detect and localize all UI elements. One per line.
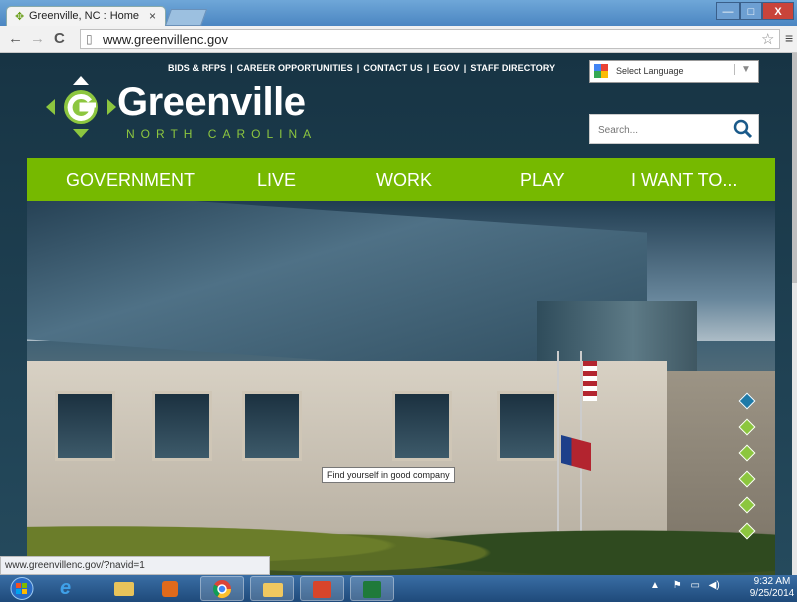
network-icon[interactable]: ▭ <box>690 580 699 591</box>
hero-window <box>497 391 557 461</box>
back-arrow-icon[interactable]: ← <box>8 30 23 47</box>
internet-explorer-icon[interactable]: e <box>46 576 90 601</box>
us-flag-icon <box>583 361 597 401</box>
volume-icon[interactable]: ◀) <box>709 580 720 591</box>
browser-menu-icon[interactable]: ≡ <box>785 30 793 46</box>
language-select-label: Select Language <box>616 66 684 76</box>
hero-window <box>152 391 212 461</box>
nav-live[interactable]: LIVE <box>257 170 296 191</box>
link-staff-directory[interactable]: STAFF DIRECTORY <box>470 63 555 73</box>
search-icon[interactable] <box>732 118 754 140</box>
minimize-button[interactable]: — <box>716 2 740 20</box>
windows-start-icon[interactable] <box>4 576 40 601</box>
link-separator: | <box>230 63 233 73</box>
web-page: BIDS & RFPS | CAREER OPPORTUNITIES | CONTACT… <box>0 53 792 575</box>
media-player-icon[interactable] <box>148 576 192 601</box>
status-bar-url: www.greenvillenc.gov/?navid=1 <box>0 556 270 575</box>
hero-window <box>242 391 302 461</box>
utility-links: BIDS & RFPS | CAREER OPPORTUNITIES | CONTACT… <box>168 63 555 73</box>
system-clock[interactable]: 9:32 AM 9/25/2014 <box>748 576 796 600</box>
window-controls: — □ X <box>716 2 794 20</box>
nav-play[interactable]: PLAY <box>520 170 565 191</box>
hero-window <box>55 391 115 461</box>
link-bids-rfps[interactable]: BIDS & RFPS <box>168 63 226 73</box>
outlook-icon[interactable] <box>300 576 344 601</box>
tab-close-button[interactable]: × <box>149 9 156 23</box>
page-scrollbar-thumb[interactable] <box>792 53 797 283</box>
link-career-opportunities[interactable]: CAREER OPPORTUNITIES <box>237 63 353 73</box>
folder-icon[interactable] <box>250 576 294 601</box>
action-center-flag-icon[interactable]: ⚑ <box>673 580 682 591</box>
hero-window <box>392 391 452 461</box>
browser-tab[interactable]: ✥ Greenville, NC : Home × <box>6 6 166 26</box>
excel-icon[interactable] <box>350 576 394 601</box>
show-hidden-icons-icon[interactable]: ▲ <box>650 580 660 591</box>
google-translate-icon <box>594 64 608 78</box>
windows-taskbar: e ▲ ⚑ ▭ ◀) 9:32 AM 9/25/2014 <box>0 575 797 602</box>
logo-state-name: NORTH CAROLINA <box>126 127 318 141</box>
close-window-button[interactable]: X <box>762 2 794 20</box>
link-separator: | <box>463 63 467 73</box>
clock-date: 9/25/2014 <box>749 588 795 599</box>
file-explorer-icon[interactable] <box>102 576 146 601</box>
hero-tooltip: Find yourself in good company <box>322 467 455 483</box>
reload-icon[interactable]: C <box>54 30 65 47</box>
new-tab-button[interactable] <box>164 9 208 26</box>
bookmark-star-icon[interactable]: ☆ <box>761 30 774 48</box>
search-input[interactable] <box>596 119 730 141</box>
forward-arrow-icon[interactable]: → <box>30 30 45 47</box>
link-egov[interactable]: EGOV <box>433 63 459 73</box>
nav-i-want-to[interactable]: I WANT TO... <box>631 170 737 191</box>
site-favicon-icon: ✥ <box>15 11 25 23</box>
system-tray: ▲ ⚑ ▭ ◀) <box>650 580 720 591</box>
browser-toolbar: ← → C ▯ www.greenvillenc.gov ☆ ≡ <box>0 26 797 53</box>
clock-time: 9:32 AM <box>753 576 791 587</box>
page-icon: ▯ <box>86 32 93 46</box>
link-separator: | <box>426 63 430 73</box>
hero-slideshow[interactable]: Find yourself in good company <box>27 201 775 575</box>
greenville-g-logo-icon <box>46 76 116 138</box>
nav-work[interactable]: WORK <box>376 170 432 191</box>
window-title-bar: ✥ Greenville, NC : Home × — □ X <box>0 0 797 26</box>
site-search <box>589 114 759 144</box>
main-navigation: GOVERNMENT LIVE WORK PLAY I WANT TO... <box>27 158 775 201</box>
url-text: www.greenvillenc.gov <box>103 32 229 47</box>
chrome-icon[interactable] <box>200 576 244 601</box>
link-contact-us[interactable]: CONTACT US <box>363 63 422 73</box>
logo-city-name: Greenville <box>117 80 306 124</box>
language-select[interactable]: Select Language ▼ <box>589 60 759 83</box>
link-separator: | <box>356 63 360 73</box>
address-bar[interactable]: ▯ www.greenvillenc.gov ☆ <box>80 29 780 49</box>
nav-government[interactable]: GOVERNMENT <box>66 170 195 191</box>
tab-title: Greenville, NC : Home <box>29 10 140 22</box>
dropdown-arrow-icon: ▼ <box>734 64 751 75</box>
maximize-button[interactable]: □ <box>740 2 762 20</box>
greenville-logo[interactable]: Greenville NORTH CAROLINA <box>46 76 316 161</box>
